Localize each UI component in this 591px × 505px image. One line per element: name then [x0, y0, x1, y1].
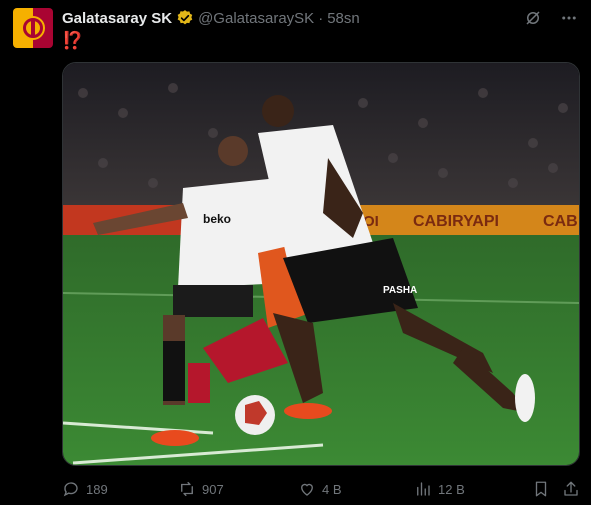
- football: [235, 395, 275, 435]
- galatasaray-logo: [13, 8, 53, 48]
- reply-count: 189: [86, 481, 108, 497]
- share-button[interactable]: [562, 480, 580, 498]
- banner-text-main: CABIRYAPI: [413, 213, 499, 230]
- verified-badge-icon: [176, 9, 194, 27]
- repost-button[interactable]: 907: [178, 480, 224, 498]
- repost-count: 907: [202, 481, 224, 497]
- tweet-photo[interactable]: OI CABIRYAPI CAB beko PASHA: [62, 62, 580, 466]
- bookmark-icon: [535, 481, 547, 497]
- tweet-actions: 189 907 4 B 12 B: [62, 478, 579, 500]
- banner-text-right: CAB: [543, 213, 578, 230]
- football-match-photo: OI CABIRYAPI CAB beko PASHA: [63, 63, 579, 465]
- reply-button[interactable]: 189: [62, 480, 108, 498]
- views-chart-icon: [417, 482, 430, 496]
- avatar[interactable]: [13, 8, 53, 48]
- shirt-sponsor-text: beko: [203, 212, 231, 226]
- share-icon: [564, 481, 578, 496]
- like-count: 4 B: [322, 481, 342, 497]
- tweet-text: ⁉️: [62, 31, 84, 50]
- account-handle[interactable]: @GalatasaraySK: [198, 10, 314, 27]
- like-button[interactable]: 4 B: [298, 480, 342, 498]
- bookmark-button[interactable]: [532, 480, 550, 498]
- tweet-header: Galatasaray SK @GalatasaraySK · 58sn: [62, 8, 579, 28]
- views-count: 12 B: [438, 481, 465, 497]
- reply-icon: [63, 482, 78, 497]
- views-button[interactable]: 12 B: [414, 480, 465, 498]
- display-name[interactable]: Galatasaray SK: [62, 10, 172, 27]
- heart-icon: [301, 483, 313, 496]
- tweet-timestamp[interactable]: 58sn: [327, 10, 360, 27]
- shorts-sponsor-text: PASHA: [383, 285, 417, 296]
- more-options-icon[interactable]: [559, 8, 579, 28]
- grok-icon[interactable]: [523, 8, 543, 28]
- repost-icon: [181, 481, 193, 497]
- separator-dot: ·: [318, 9, 324, 27]
